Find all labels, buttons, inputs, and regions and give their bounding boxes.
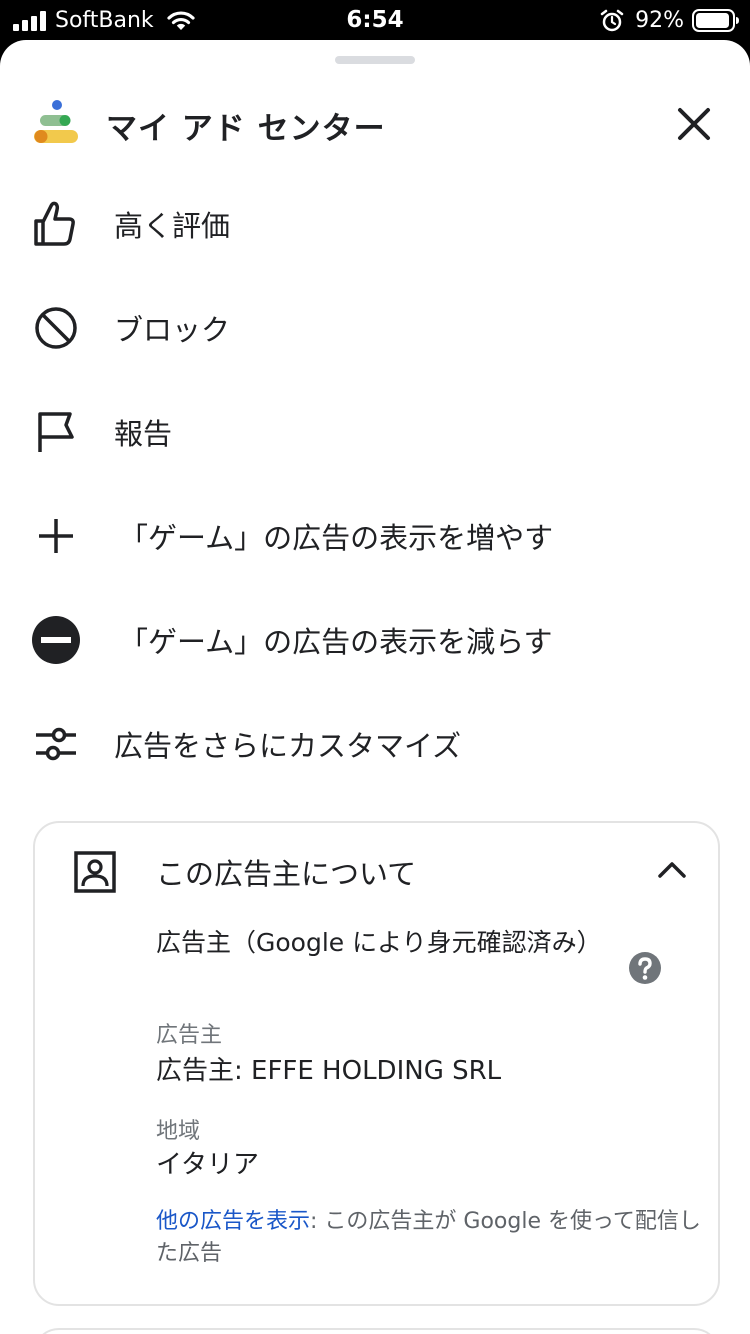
page-title: マイ アド センター — [106, 111, 386, 147]
menu-item-label: 報告 — [114, 417, 173, 451]
advertiser-icon — [74, 851, 116, 893]
my-ad-center-logo-icon — [34, 100, 78, 143]
battery-icon — [692, 9, 739, 32]
menu-item-show-fewer-ads[interactable]: 「ゲーム」の広告の表示を減らす — [0, 590, 750, 686]
region-value: イタリア — [156, 1150, 259, 1180]
close-button[interactable] — [672, 102, 716, 146]
menu-item-show-more-ads[interactable]: 「ゲーム」の広告の表示を増やす — [0, 486, 750, 582]
my-ad-center-sheet: マイ アド センター 高く評価 ブロック 報告 「ゲーム」の広告の表示を増やす — [0, 40, 750, 1334]
more-ads-link[interactable]: 他の広告を表示 — [156, 1209, 310, 1234]
region-label: 地域 — [156, 1119, 201, 1144]
advertiser-name: 広告主: EFFE HOLDING SRL — [156, 1056, 502, 1086]
flag-icon — [38, 412, 74, 452]
advertiser-info-card: この広告主について 広告主（Google により身元確認済み） 広告主 広告主:… — [33, 821, 720, 1306]
block-icon — [35, 307, 77, 349]
tune-icon — [36, 727, 76, 761]
minus-circle-icon — [32, 616, 80, 664]
battery-percent: 92% — [635, 8, 684, 33]
drag-handle[interactable] — [335, 56, 415, 64]
menu-item-label: 高く評価 — [114, 209, 231, 243]
plus-icon — [39, 519, 73, 553]
verified-advertiser-heading: 広告主（Google により身元確認済み） — [156, 928, 602, 957]
close-icon — [678, 108, 710, 140]
chevron-up-icon[interactable] — [655, 853, 689, 887]
alarm-icon — [600, 9, 624, 32]
menu-item-label: 「ゲーム」の広告の表示を減らす — [119, 625, 553, 659]
menu-item-label: 広告をさらにカスタマイズ — [114, 729, 462, 763]
thumb-up-icon — [34, 201, 75, 246]
menu-item-like[interactable]: 高く評価 — [0, 174, 750, 270]
next-card — [33, 1328, 720, 1334]
advertiser-label: 広告主 — [156, 1023, 223, 1048]
status-bar: SoftBank 6:54 92% — [0, 0, 750, 42]
help-icon[interactable] — [628, 951, 662, 985]
menu-item-label: ブロック — [114, 313, 231, 347]
menu-item-block[interactable]: ブロック — [0, 278, 750, 374]
more-ads-description: 他の広告を表示: この広告主が Google を使って配信した広告 — [156, 1206, 701, 1270]
menu-item-customize-ads[interactable]: 広告をさらにカスタマイズ — [0, 694, 750, 790]
card-title: この広告主について — [156, 857, 417, 891]
menu-item-report[interactable]: 報告 — [0, 382, 750, 478]
menu-item-label: 「ゲーム」の広告の表示を増やす — [119, 521, 554, 555]
